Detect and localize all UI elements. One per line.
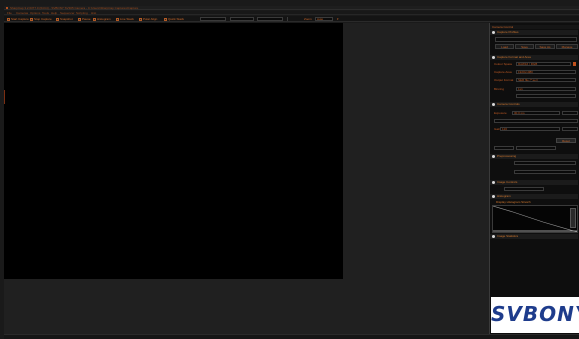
toolbar-dropdown-b[interactable] [230, 17, 254, 21]
menu-tools[interactable]: Tools [42, 11, 49, 15]
toolbar-dropdown-c[interactable] [257, 17, 283, 21]
gain-input[interactable]: 120 [500, 127, 560, 131]
snapshot-button[interactable]: Snapshot [56, 17, 73, 21]
binning-select[interactable]: 1x1 [516, 87, 576, 91]
menu-help[interactable]: Help [51, 11, 57, 15]
window-title: SharpCap 3.2.6377.0 (64 bit) - SVBONY SV… [10, 6, 139, 10]
binning-label: Binning [494, 87, 505, 91]
histogram-button[interactable]: Histogram [93, 17, 111, 21]
menu-file[interactable]: File [7, 11, 12, 15]
menu-hist[interactable]: Hist [91, 11, 96, 15]
histogram-slider-controls[interactable] [570, 208, 576, 228]
target-icon [139, 17, 142, 21]
section-capture-profiles[interactable]: Capture Profiles [490, 30, 578, 35]
title-bar: SharpCap 3.2.6377.0 (64 bit) - SVBONY SV… [4, 6, 579, 10]
status-bar [4, 334, 579, 339]
menu-scripting[interactable]: Scripting [76, 11, 88, 15]
colour-space-select[interactable]: RAW16 / RGB [516, 62, 571, 66]
exposure-input[interactable]: 30.0 ms [512, 111, 560, 115]
toolbar-separator [287, 17, 288, 21]
quick-stack-button[interactable]: Quick Stack [164, 17, 184, 21]
stretch-line [492, 205, 578, 233]
menu-sequencer[interactable]: Sequencer [60, 11, 75, 15]
section-image-stats[interactable]: Image Statistics [490, 234, 578, 239]
section-capture-format[interactable]: Capture Format and Area [490, 55, 578, 60]
collapse-toggle-icon[interactable] [492, 181, 495, 184]
control-value-select[interactable] [516, 146, 556, 150]
histogram-stretch-curve [492, 205, 578, 233]
pause-icon [78, 17, 81, 21]
menu-cameras[interactable]: Cameras [16, 11, 28, 15]
tab-manage[interactable]: Manage [556, 44, 578, 49]
zoom-chevron-icon[interactable]: ▾ [337, 17, 339, 21]
subtract-dark-select[interactable] [514, 161, 576, 165]
collapse-toggle-icon[interactable] [492, 56, 495, 59]
tab-load[interactable]: Load [495, 44, 514, 49]
section-image-controls[interactable]: Image Controls [490, 180, 578, 185]
reset-button[interactable]: Reset [556, 138, 576, 143]
menu-options[interactable]: Options [30, 11, 40, 15]
toolbar: Start Capture Stop Capture Snapshot Paus… [4, 16, 579, 22]
stop-capture-button[interactable]: Stop Capture [30, 17, 52, 21]
start-capture-button[interactable]: Start Capture [7, 17, 29, 21]
exposure-slider[interactable] [494, 119, 578, 123]
control-mode-select[interactable] [494, 146, 514, 150]
panel-header: Camera Control [490, 25, 579, 29]
exposure-label: Exposure [494, 111, 507, 115]
menu-bar: File Cameras Options Tools Help Sequence… [4, 11, 579, 15]
camera-icon [56, 17, 59, 21]
app-icon [6, 7, 8, 9]
collapse-toggle-icon[interactable] [492, 235, 495, 238]
left-edge-marker [4, 90, 5, 104]
toolbar-dropdown-a[interactable] [200, 17, 226, 21]
live-stack-button[interactable]: Live Stack [116, 17, 134, 21]
stack-icon [116, 17, 119, 21]
zoom-select[interactable]: Auto [315, 17, 333, 21]
output-format-label: Output Format [494, 78, 514, 82]
camera-preview[interactable] [4, 23, 343, 279]
pause-button[interactable]: Pause [78, 17, 91, 21]
tab-save-as[interactable]: Save As [535, 44, 555, 49]
section-histogram[interactable]: Histogram [490, 194, 578, 199]
capture-area-label: Capture Area [494, 70, 512, 74]
collapse-toggle-icon[interactable] [492, 155, 495, 158]
colour-space-label: Colour Space [494, 62, 513, 66]
zoom-label: Zoom [304, 17, 312, 21]
histogram-chart-title: Display Histogram Stretch [496, 200, 531, 204]
histogram-icon [93, 17, 96, 21]
svbony-logo: SVBONY [491, 297, 579, 333]
tab-save[interactable]: Save [515, 44, 534, 49]
image-control-select[interactable] [504, 187, 544, 191]
stop-icon [30, 17, 33, 21]
layers-icon [164, 17, 167, 21]
capture-area-select[interactable]: 1920x1080 [516, 70, 576, 74]
apply-flat-select[interactable] [514, 170, 576, 174]
section-camera-controls[interactable]: Camera Controls [490, 102, 578, 107]
bit-depth-select[interactable] [516, 94, 576, 98]
collapse-toggle-icon[interactable] [492, 103, 495, 106]
profile-select[interactable] [495, 37, 577, 42]
colour-space-indicator [573, 62, 576, 66]
collapse-toggle-icon[interactable] [492, 31, 495, 34]
exposure-auto-checkbox[interactable] [562, 111, 578, 115]
section-preprocessing[interactable]: Preprocessing [490, 154, 578, 159]
output-format-select[interactable]: SER file (*.ser) [516, 78, 576, 82]
collapse-toggle-icon[interactable] [492, 195, 495, 198]
polar-align-button[interactable]: Polar Align [139, 17, 157, 21]
logo-text: SVBONY [491, 302, 579, 326]
gain-auto-checkbox[interactable] [562, 127, 578, 131]
record-icon [7, 17, 10, 21]
histogram-chart[interactable] [492, 205, 578, 233]
